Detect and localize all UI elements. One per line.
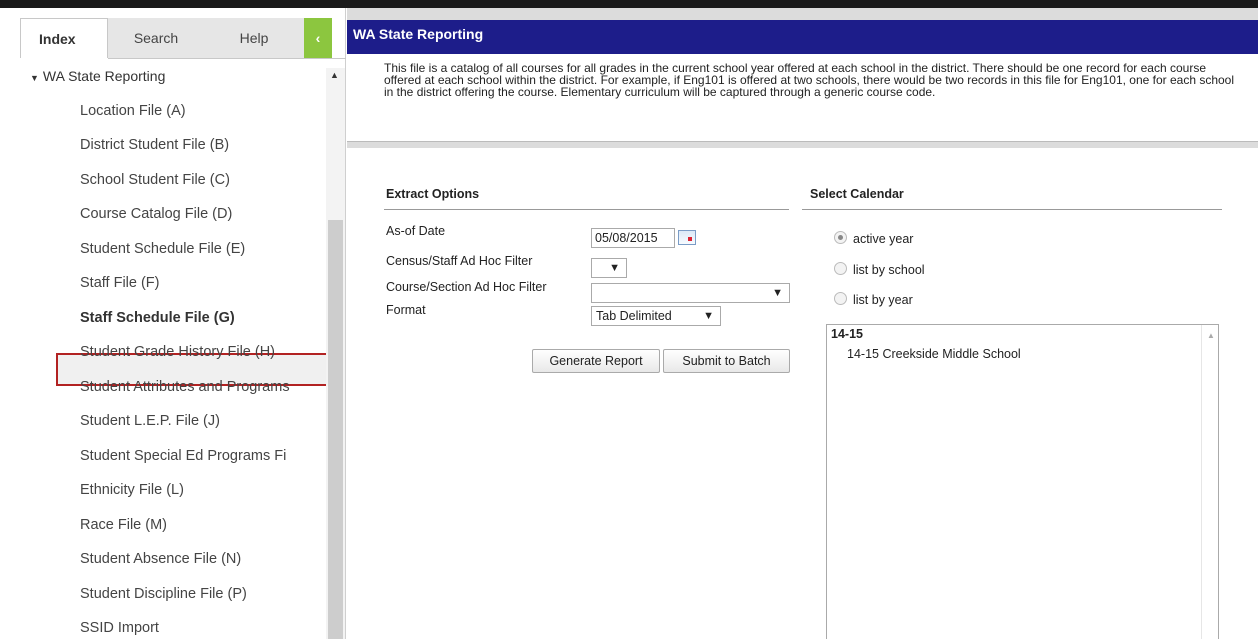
tree-item[interactable]: Location File (A) xyxy=(80,103,186,119)
scroll-up-icon[interactable]: ▲ xyxy=(1207,331,1215,340)
tree-item[interactable]: Student Absence File (N) xyxy=(80,551,241,567)
collapse-panel-button[interactable]: ‹ xyxy=(304,18,332,58)
tree-folder-label: WA State Reporting xyxy=(42,68,166,84)
report-description: This file is a catalog of all courses fo… xyxy=(347,54,1258,142)
index-panel: Index Search Help ‹ ▼ WA State Reporting … xyxy=(0,8,346,639)
scrollbar-thumb[interactable] xyxy=(328,220,343,639)
tree-item[interactable]: SSID Import xyxy=(80,620,159,636)
radio-label: list by year xyxy=(853,293,913,307)
radio-label: active year xyxy=(853,232,914,246)
calendar-option[interactable]: 14-15 Creekside Middle School xyxy=(847,347,1021,361)
format-label: Format xyxy=(386,303,426,317)
window-top-bar xyxy=(0,0,1258,8)
calendar-group-label: 14-15 xyxy=(831,327,863,341)
submit-to-batch-button[interactable]: Submit to Batch xyxy=(663,349,790,373)
tab-index[interactable]: Index xyxy=(20,18,108,58)
course-filter-label: Course/Section Ad Hoc Filter xyxy=(386,280,547,294)
radio-label: list by school xyxy=(853,263,925,277)
dropdown-arrow-icon: ▼ xyxy=(609,262,620,274)
tree-item-selected[interactable]: Staff Schedule File (G) xyxy=(80,310,235,326)
dropdown-arrow-icon: ▼ xyxy=(772,287,783,299)
tree-item[interactable]: Staff File (F) xyxy=(80,275,160,291)
radio-button-selected[interactable] xyxy=(834,231,847,245)
select-calendar-title: Select Calendar xyxy=(810,187,904,201)
page-title: WA State Reporting xyxy=(347,20,1258,54)
radio-button[interactable] xyxy=(834,262,847,276)
tree-item[interactable]: Student Schedule File (E) xyxy=(80,241,245,257)
census-filter-label: Census/Staff Ad Hoc Filter xyxy=(386,254,533,268)
format-value: Tab Delimited xyxy=(596,309,672,323)
tree-item[interactable]: Student Special Ed Programs Fi xyxy=(80,448,286,464)
section-divider xyxy=(384,209,789,210)
scroll-up-icon[interactable]: ▲ xyxy=(330,70,339,80)
generate-report-button[interactable]: Generate Report xyxy=(532,349,660,373)
section-divider xyxy=(802,209,1222,210)
radio-button[interactable] xyxy=(834,292,847,306)
report-panel: WA State Reporting This file is a catalo… xyxy=(347,8,1258,639)
tree-item[interactable]: Race File (M) xyxy=(80,517,167,533)
tree-item[interactable]: School Student File (C) xyxy=(80,172,230,188)
dropdown-arrow-icon: ▼ xyxy=(703,310,714,322)
tab-search[interactable]: Search xyxy=(108,18,204,58)
tabs-divider xyxy=(108,58,346,59)
report-options: Extract Options As-of Date 05/08/2015 Ce… xyxy=(347,142,1258,639)
tree-item[interactable]: Student Attributes and Programs xyxy=(80,379,290,395)
as-of-date-label: As-of Date xyxy=(386,224,446,238)
tree-item[interactable]: Student L.E.P. File (J) xyxy=(80,413,220,429)
as-of-date-input[interactable]: 05/08/2015 xyxy=(591,228,675,248)
tree-item[interactable]: Course Catalog File (D) xyxy=(80,206,232,222)
radio-list-by-school[interactable]: list by school xyxy=(834,262,925,277)
tab-help[interactable]: Help xyxy=(204,18,304,58)
format-select[interactable]: Tab Delimited ▼ xyxy=(591,306,721,326)
census-filter-select[interactable]: ▼ xyxy=(591,258,627,278)
course-filter-select[interactable]: ▼ xyxy=(591,283,790,303)
radio-list-by-year[interactable]: list by year xyxy=(834,292,913,307)
tree-item[interactable]: District Student File (B) xyxy=(80,137,229,153)
tree-scrollbar[interactable]: ▲ xyxy=(326,68,345,639)
radio-active-year[interactable]: active year xyxy=(834,231,914,246)
calendar-icon[interactable] xyxy=(678,230,696,245)
tree-item[interactable]: Ethnicity File (L) xyxy=(80,482,184,498)
panel-tabs: Index Search Help ‹ xyxy=(20,18,346,59)
index-tree: ▼ WA State Reporting Location File (A) Di… xyxy=(20,60,326,639)
caret-down-icon: ▼ xyxy=(30,73,39,83)
tree-item[interactable]: Student Discipline File (P) xyxy=(80,586,247,602)
calendar-list-scrollbar[interactable]: ▲ xyxy=(1201,325,1218,639)
calendar-list[interactable]: 14-15 14-15 Creekside Middle School ▲ xyxy=(826,324,1219,639)
tree-item[interactable]: Student Grade History File (H) xyxy=(80,344,275,360)
tree-folder-wa-state-reporting[interactable]: ▼ WA State Reporting xyxy=(30,68,165,84)
extract-options-title: Extract Options xyxy=(386,187,480,201)
